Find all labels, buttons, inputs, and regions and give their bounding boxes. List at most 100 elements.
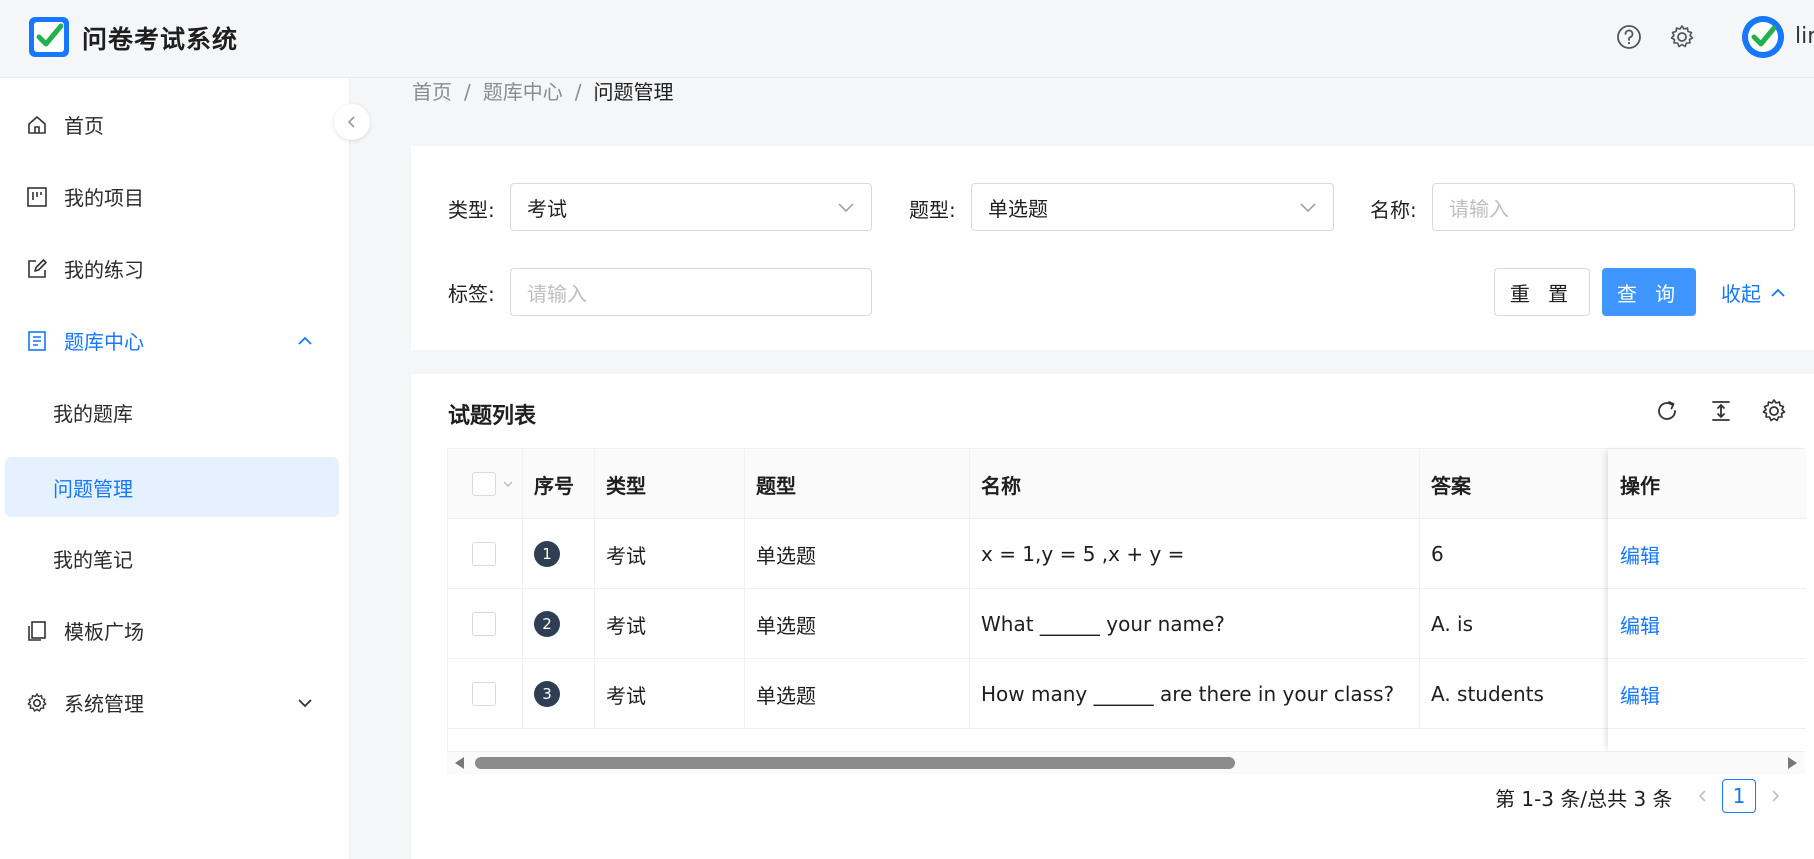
column-header-type: 类型 [606, 473, 646, 498]
column-header-index: 序号 [534, 473, 574, 498]
sidebar-item-home[interactable]: 首页 [0, 94, 350, 154]
table-header-row: 序号 类型 题型 名称 答案 [448, 449, 1806, 519]
row-checkbox[interactable] [472, 682, 496, 706]
sidebar-subitem-label: 我的笔记 [53, 547, 133, 572]
sidebar-collapse-button[interactable] [334, 104, 370, 140]
avatar-logo-icon [1742, 16, 1784, 58]
chevron-up-icon [1771, 288, 1785, 297]
sidebar-item-label: 我的练习 [64, 257, 144, 282]
row-index-badge: 1 [534, 541, 560, 567]
row-index-badge: 2 [534, 611, 560, 637]
sidebar-subitem-question-manage[interactable]: 问题管理 [5, 457, 339, 517]
sidebar-item-templates[interactable]: 模板广场 [0, 600, 350, 660]
row-index-badge: 3 [534, 681, 560, 707]
select-all-cell [448, 449, 522, 519]
row-select-cell [448, 659, 522, 729]
chevron-up-icon [298, 336, 312, 345]
row-answer: A. students [1431, 682, 1544, 706]
row-index-cell: 3 [522, 659, 594, 729]
sidebar-item-question-bank[interactable]: 题库中心 [0, 310, 350, 370]
row-checkbox[interactable] [472, 542, 496, 566]
question-table: 序号 类型 题型 名称 答案 1 考试 单选题 x = 1,y = 5 ,x +… [447, 448, 1806, 752]
home-icon [28, 116, 46, 134]
name-label: 名称: [1370, 198, 1417, 222]
sidebar-subitem-label: 我的题库 [53, 401, 133, 426]
gear-icon [27, 693, 47, 712]
column-header-answer: 答案 [1431, 473, 1471, 498]
username[interactable]: lin [1795, 24, 1814, 49]
row-type: 考试 [606, 613, 646, 638]
scroll-right-arrow-icon[interactable] [1788, 757, 1797, 769]
row-name: x = 1,y = 5 ,x + y = [981, 542, 1185, 566]
row-index-cell: 2 [522, 589, 594, 659]
column-header-action: 操作 [1620, 473, 1660, 498]
pagination-next-button[interactable] [1758, 779, 1792, 813]
type-label: 类型: [448, 198, 495, 222]
breadcrumb-item-current: 问题管理 [593, 80, 674, 104]
sidebar-subitem-my-bank[interactable]: 我的题库 [5, 382, 339, 442]
sidebar-item-system[interactable]: 系统管理 [0, 672, 350, 732]
sidebar-item-projects[interactable]: 我的项目 [0, 166, 350, 226]
row-name: How many ______ are there in your class? [981, 682, 1395, 706]
table-title: 试题列表 [448, 404, 537, 429]
row-answer: 6 [1431, 542, 1444, 566]
scrollbar-thumb[interactable] [475, 757, 1235, 769]
action-column: 操作 编辑 编辑 编辑 [1608, 449, 1806, 751]
row-checkbox[interactable] [472, 612, 496, 636]
select-all-checkbox[interactable] [472, 472, 496, 496]
type-select[interactable]: 考试 [510, 183, 872, 231]
sidebar-item-label: 系统管理 [64, 691, 144, 716]
pagination-prev-button[interactable] [1686, 779, 1720, 813]
breadcrumb: 首页 / 题库中心 / 问题管理 [412, 76, 674, 105]
row-type: 考试 [606, 683, 646, 708]
edit-link[interactable]: 编辑 [1608, 659, 1806, 729]
question-type-select[interactable]: 单选题 [971, 183, 1334, 231]
query-button[interactable]: 查 询 [1602, 268, 1696, 316]
question-type-label: 题型: [909, 198, 956, 222]
help-icon[interactable] [1616, 24, 1642, 50]
row-index-cell: 1 [522, 519, 594, 589]
chevron-down-icon [298, 699, 312, 708]
action-row: 编辑 [1608, 659, 1806, 729]
density-icon[interactable] [1708, 398, 1734, 424]
sidebar: 首页 我的项目 我的练习 题库中心 我的题库 问题管理 我的笔记 模板广场 系统… [0, 78, 350, 859]
breadcrumb-item-question-bank[interactable]: 题库中心 [483, 80, 563, 104]
horizontal-scrollbar[interactable] [447, 752, 1805, 774]
edit-link[interactable]: 编辑 [1608, 519, 1806, 589]
breadcrumb-separator: / [574, 80, 582, 104]
column-settings-icon[interactable] [1761, 398, 1787, 424]
name-input[interactable]: 请输入 [1432, 183, 1795, 231]
template-icon [28, 621, 46, 641]
sidebar-item-practice[interactable]: 我的练习 [0, 238, 350, 298]
type-select-value: 考试 [527, 196, 567, 221]
row-select-cell [448, 589, 522, 659]
table-row[interactable]: 3 考试 单选题 How many ______ are there in yo… [448, 659, 1806, 729]
settings-gear-icon[interactable] [1669, 24, 1695, 50]
app-logo-icon [29, 17, 69, 57]
chevron-left-icon [347, 116, 355, 128]
chevron-down-icon[interactable] [502, 478, 514, 490]
breadcrumb-item-home[interactable]: 首页 [412, 80, 452, 104]
tag-input[interactable]: 请输入 [510, 268, 872, 316]
table-row[interactable]: 2 考试 单选题 What ______ your name? A. is [448, 589, 1806, 659]
action-row: 编辑 [1608, 519, 1806, 589]
pagination-page-current[interactable]: 1 [1722, 779, 1756, 813]
chevron-left-icon [1698, 790, 1706, 802]
sidebar-item-label: 模板广场 [64, 619, 144, 644]
tag-label: 标签: [448, 282, 495, 306]
chevron-down-icon [1300, 203, 1316, 213]
row-select-cell [448, 519, 522, 589]
column-header-name: 名称 [981, 473, 1021, 498]
question-type-select-value: 单选题 [988, 196, 1048, 221]
refresh-icon[interactable] [1654, 398, 1680, 424]
search-panel: 类型: 考试 题型: 单选题 名称: 请输入 标签: 请输入 重 置 查 询 收… [411, 146, 1814, 350]
collapse-search-link[interactable]: 收起 [1721, 278, 1787, 307]
row-type: 考试 [606, 543, 646, 568]
table-row[interactable]: 1 考试 单选题 x = 1,y = 5 ,x + y = 6 [448, 519, 1806, 589]
scroll-left-arrow-icon[interactable] [455, 757, 464, 769]
reset-button[interactable]: 重 置 [1494, 268, 1590, 316]
edit-link[interactable]: 编辑 [1608, 589, 1806, 659]
avatar[interactable] [1742, 16, 1784, 58]
sidebar-subitem-notes[interactable]: 我的笔记 [5, 528, 339, 588]
chevron-right-icon [1772, 790, 1780, 802]
